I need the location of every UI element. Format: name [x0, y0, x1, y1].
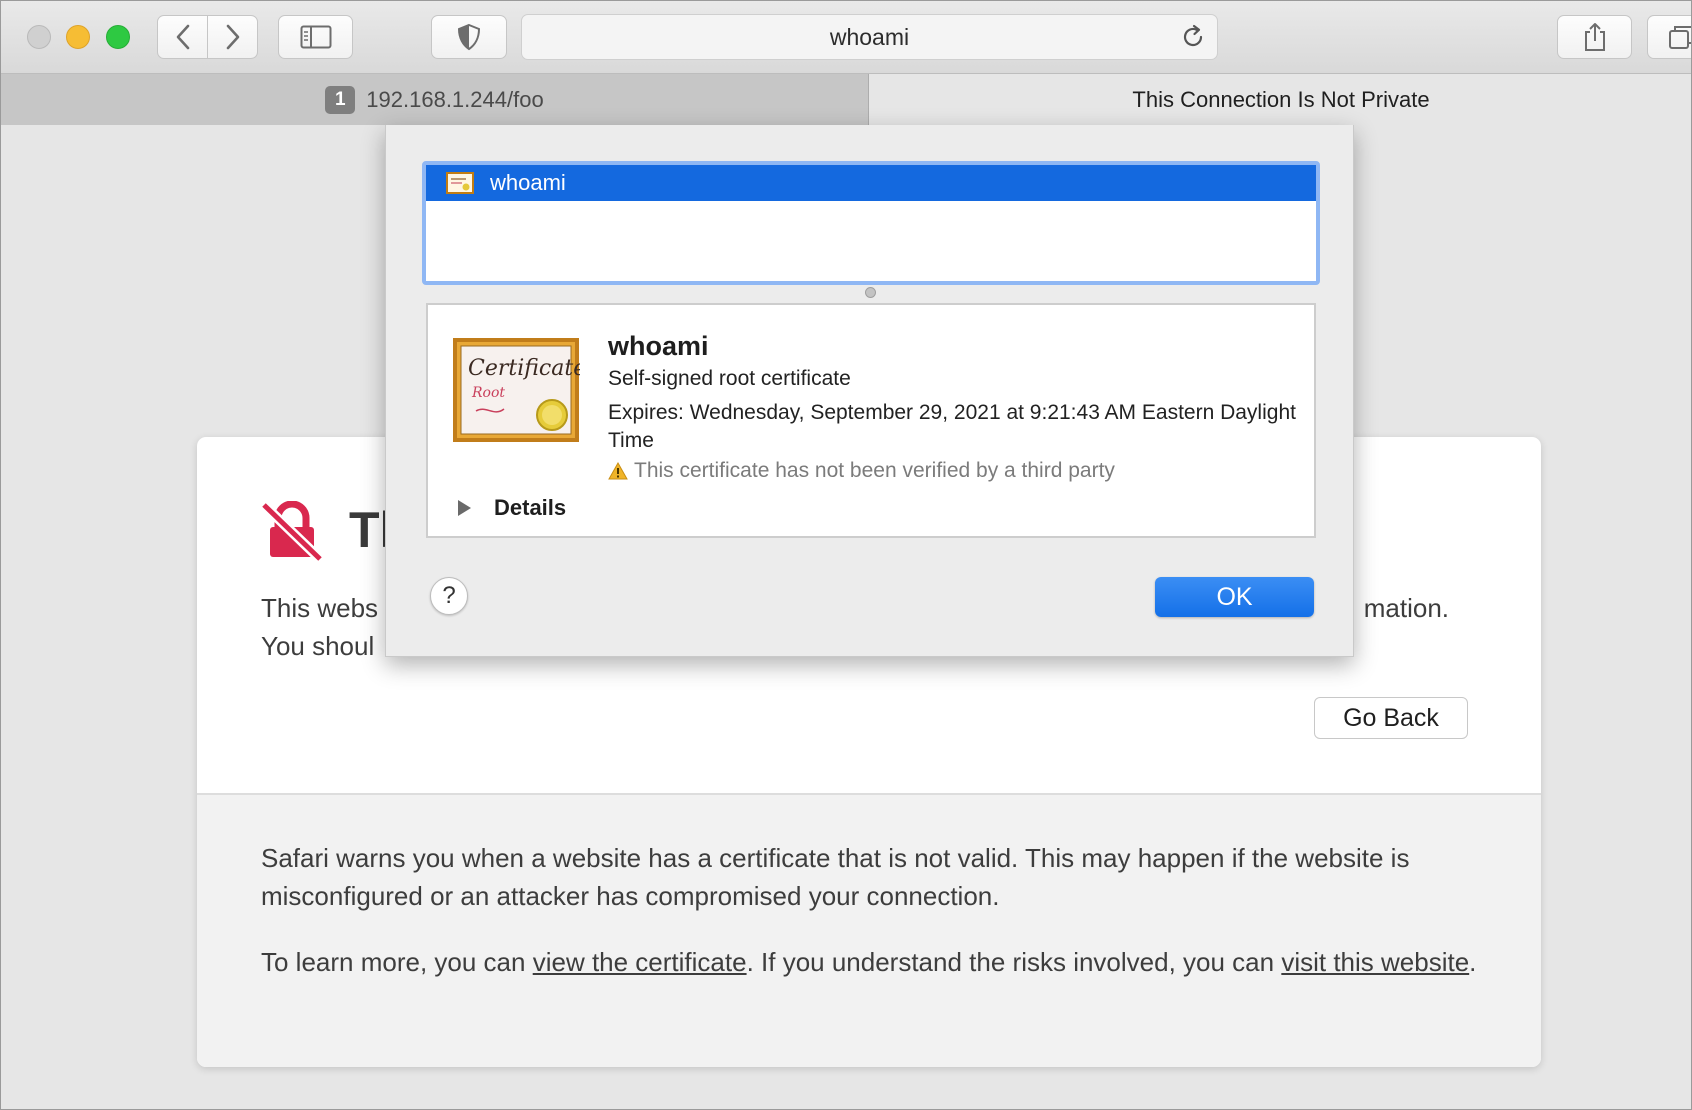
help-button[interactable]: ?: [430, 577, 468, 615]
chevron-right-icon: [226, 24, 239, 50]
tab-label: 192.168.1.244/foo: [366, 86, 544, 112]
tab-192-168-1-244-foo[interactable]: 1 192.168.1.244/foo: [1, 74, 869, 125]
share-icon: [1584, 23, 1605, 51]
address-text: whoami: [829, 23, 910, 50]
certificate-image-icon: Certificate Root: [453, 338, 580, 442]
certificate-expiration: Expires: Wednesday, September 29, 2021 a…: [608, 401, 1296, 452]
certificate-list-item-label: whoami: [490, 170, 566, 195]
split-view-handle[interactable]: [865, 287, 876, 298]
tabs-overview-icon: [1669, 26, 1691, 49]
tab-connection-not-private[interactable]: This Connection Is Not Private: [869, 74, 1691, 125]
visit-website-link[interactable]: visit this website: [1281, 947, 1469, 977]
sidebar-toggle-button[interactable]: [278, 15, 353, 59]
certificate-icon: [446, 172, 474, 194]
details-disclosure[interactable]: Details: [456, 495, 566, 521]
warning-line-1-left: This webs: [261, 593, 379, 623]
certificate-sheet: whoami Certificate Root whoami Self-sign…: [385, 125, 1354, 657]
certificate-name: whoami: [608, 331, 709, 361]
certificate-list-item-selected[interactable]: whoami: [426, 165, 1316, 201]
minimize-window-button[interactable]: [66, 25, 90, 49]
learn-more-prefix: To learn more, you can: [261, 947, 533, 977]
learn-more-text: To learn more, you can view the certific…: [261, 943, 1481, 981]
ok-button[interactable]: OK: [1155, 577, 1314, 617]
warning-line-1-right: mation.: [1363, 593, 1449, 623]
warning-card-bottom: Safari warns you when a website has a ce…: [197, 793, 1541, 1067]
details-label: Details: [494, 495, 567, 520]
safari-window: whoami 1 192.168.1.244/foo This Connecti…: [0, 0, 1692, 1110]
explanation-text: Safari warns you when a website has a ce…: [261, 843, 1410, 911]
certificate-type: Self-signed root certificate: [608, 367, 851, 390]
certificate-chain-list[interactable]: whoami: [422, 161, 1320, 285]
warning-triangle-icon: [608, 462, 628, 480]
zoom-window-button[interactable]: [106, 25, 130, 49]
certificate-trust-warning: This certificate has not been verified b…: [608, 459, 1115, 483]
certificate-warning-text: This certificate has not been verified b…: [634, 459, 1115, 482]
close-window-button[interactable]: [27, 25, 51, 49]
warning-line-2-left: You shoul: [261, 631, 375, 661]
certificate-image-text-1: Certificate: [468, 356, 580, 381]
certificate-image-text-2: Root: [471, 385, 505, 401]
chevron-left-icon: [176, 24, 189, 50]
disclosure-triangle-icon: [458, 500, 471, 516]
toolbar: whoami: [1, 1, 1691, 73]
back-button[interactable]: [157, 15, 208, 59]
show-tabs-button[interactable]: [1647, 15, 1691, 59]
broken-lock-icon: [260, 501, 324, 561]
share-button[interactable]: [1557, 15, 1632, 59]
view-certificate-link[interactable]: view the certificate: [533, 947, 747, 977]
tab-bar: 1 192.168.1.244/foo This Connection Is N…: [1, 73, 1691, 125]
learn-more-middle: . If you understand the risks involved, …: [746, 947, 1282, 977]
reload-icon[interactable]: [1179, 23, 1207, 51]
sidebar-icon: [300, 25, 331, 49]
tab-label: This Connection Is Not Private: [1132, 86, 1430, 112]
go-back-button[interactable]: Go Back: [1314, 697, 1468, 739]
certificate-detail-pane: Certificate Root whoami Self-signed root…: [426, 303, 1316, 538]
shield-icon: [457, 23, 481, 51]
forward-button[interactable]: [207, 15, 258, 59]
learn-more-suffix: .: [1469, 947, 1477, 977]
address-bar[interactable]: whoami: [521, 14, 1218, 60]
privacy-report-button[interactable]: [431, 15, 507, 59]
tab-number-badge: 1: [325, 85, 356, 114]
